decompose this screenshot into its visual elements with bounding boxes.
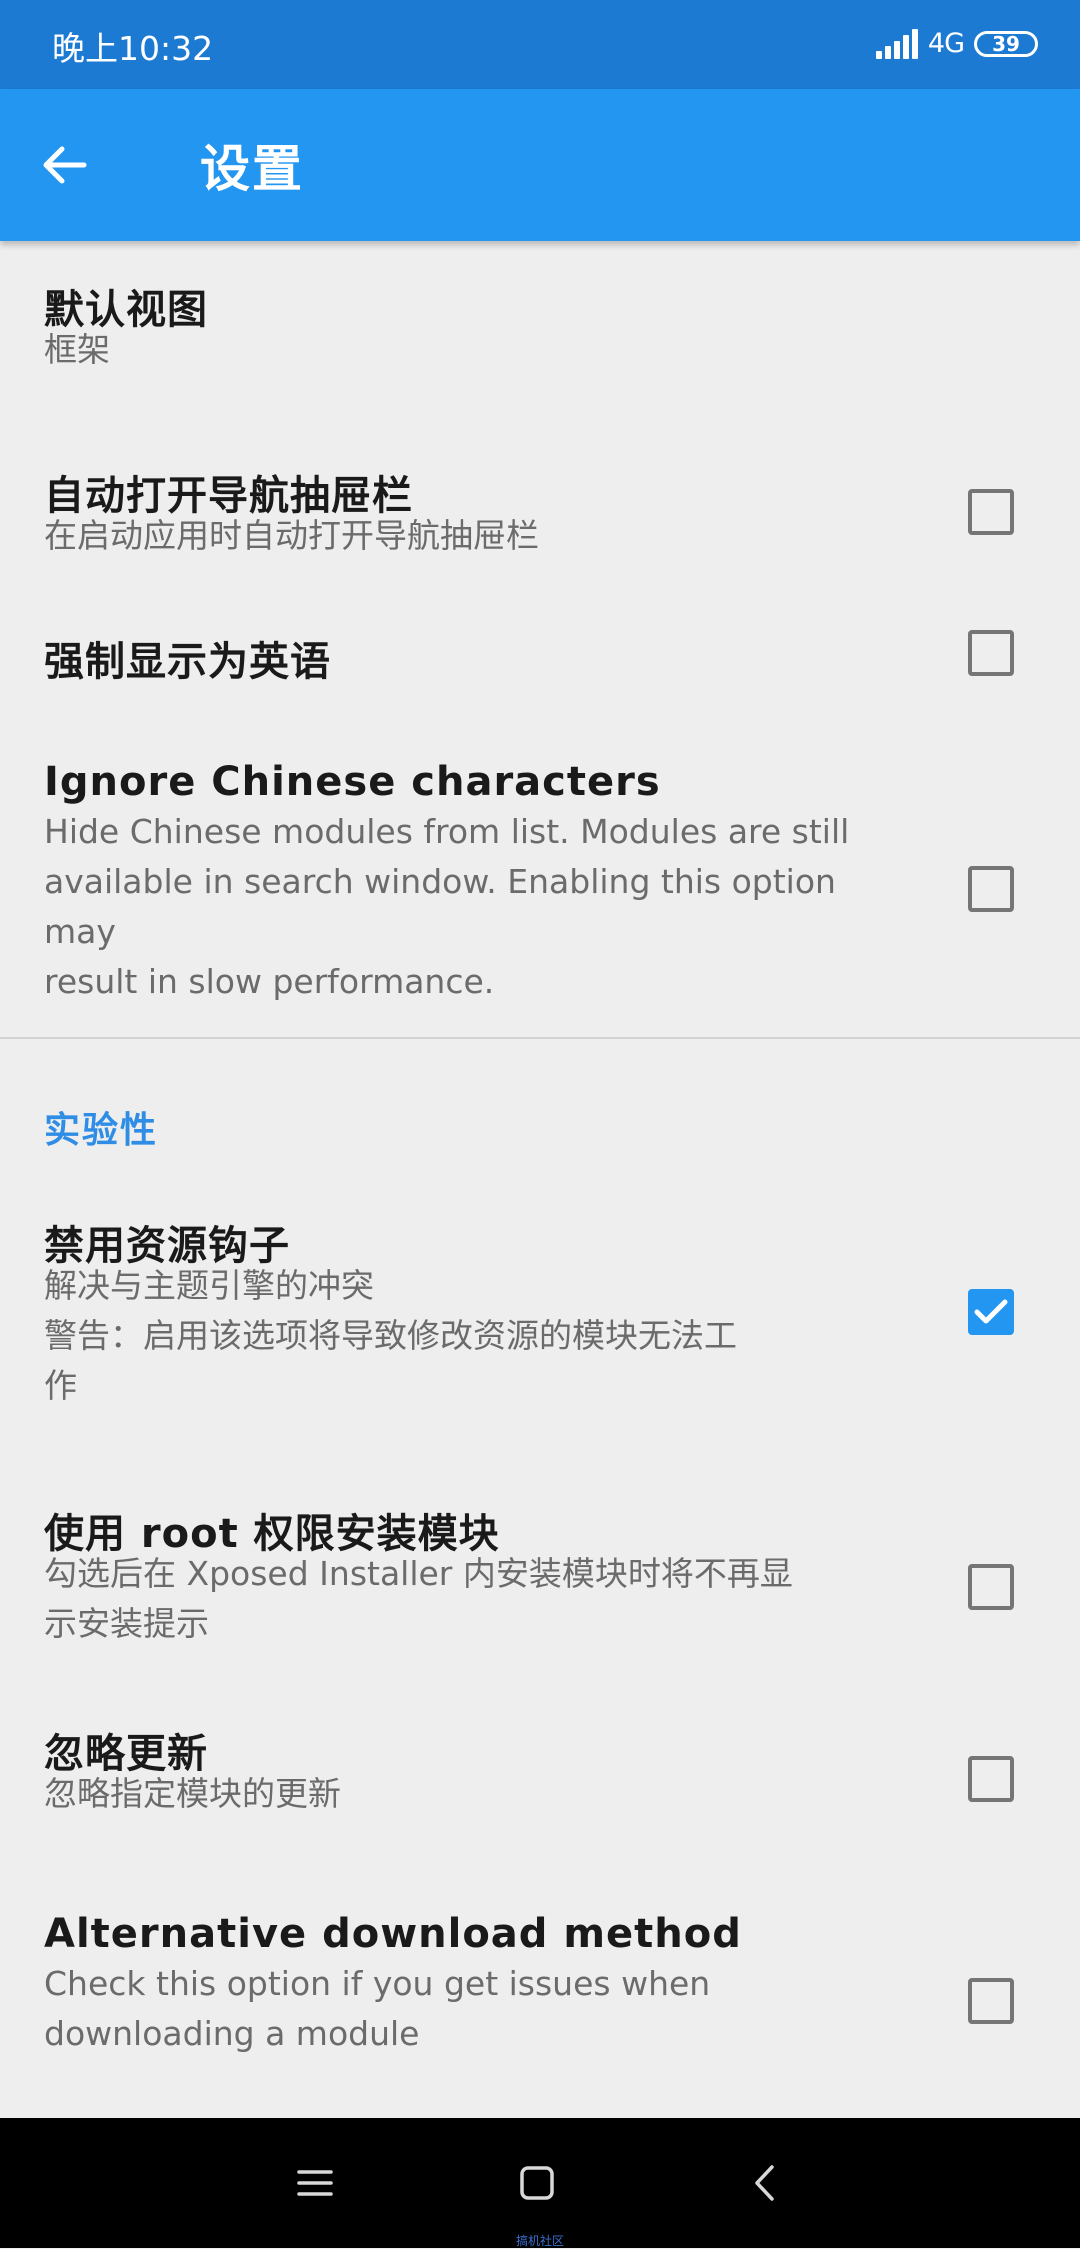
page-title: 设置 [200, 140, 304, 198]
arrow-left-icon [43, 146, 87, 184]
pref-title: Ignore Chinese characters [44, 759, 661, 805]
app-bar: 设置 [0, 89, 1080, 241]
ignore-updates-checkbox[interactable] [968, 1756, 1014, 1802]
pref-ignore-updates[interactable]: 忽略更新 忽略指定模块的更新 [0, 1691, 1080, 1881]
pref-summary: 勾选后在 Xposed Installer 内安装模块时将不再显 示安装提示 [44, 1554, 793, 1643]
ignore-chinese-checkbox[interactable] [968, 866, 1014, 912]
pref-auto-open-drawer[interactable]: 自动打开导航抽屉栏 在启动应用时自动打开导航抽屉栏 [0, 391, 1080, 561]
pref-disable-resource-hooks[interactable]: 禁用资源钩子 解决与主题引擎的冲突 警告：启用该选项将导致修改资源的模块无法工 … [0, 1201, 1080, 1461]
auto-open-drawer-checkbox[interactable] [968, 489, 1014, 535]
chevron-left-icon [755, 2165, 774, 2201]
status-time: 晚上10:32 [52, 29, 214, 68]
menu-button[interactable] [285, 2153, 345, 2213]
pref-ignore-chinese[interactable]: Ignore Chinese characters Hide Chinese m… [0, 691, 1080, 1031]
battery-icon: 39 [974, 30, 1038, 57]
watermark: 搞机社区 [515, 2234, 564, 2248]
force-english-checkbox[interactable] [968, 630, 1014, 676]
pref-summary: 忽略指定模块的更新 [44, 1774, 341, 1813]
home-square-icon [520, 2166, 554, 2200]
pref-summary: 框架 [44, 330, 110, 369]
signal-icon [875, 28, 918, 59]
status-bar: 晚上10:32 4G 39 [0, 0, 1080, 89]
pref-title: 强制显示为英语 [44, 639, 331, 685]
category-title-experimental: 实验性 [44, 1110, 159, 1151]
pref-root-install[interactable]: 使用 root 权限安装模块 勾选后在 Xposed Installer 内安装… [0, 1471, 1080, 1681]
nav-back-button[interactable] [735, 2153, 795, 2213]
pref-default-view[interactable]: 默认视图 框架 [0, 241, 1080, 391]
disable-resource-hooks-checkbox[interactable] [968, 1289, 1014, 1335]
pref-summary: Check this option if you get issues when… [44, 1964, 711, 2053]
root-install-checkbox[interactable] [968, 1564, 1014, 1610]
pref-summary: 在启动应用时自动打开导航抽屉栏 [44, 516, 539, 555]
status-icons: 4G 39 [875, 28, 1038, 59]
network-type: 4G [927, 28, 965, 59]
pref-alt-download[interactable]: Alternative download method Check this o… [0, 1881, 1080, 2118]
back-button[interactable] [30, 131, 98, 199]
section-divider [0, 1037, 1080, 1039]
settings-list[interactable]: 默认视图 框架 自动打开导航抽屉栏 在启动应用时自动打开导航抽屉栏 强制显示为英… [0, 241, 1080, 2118]
pref-summary: 解决与主题引擎的冲突 警告：启用该选项将导致修改资源的模块无法工 作 [44, 1266, 737, 1405]
pref-title: Alternative download method [44, 1911, 742, 1957]
pref-force-english[interactable]: 强制显示为英语 [0, 561, 1080, 691]
pref-summary: Hide Chinese modules from list. Modules … [44, 812, 850, 1001]
check-icon [974, 1299, 1008, 1324]
alt-download-checkbox[interactable] [968, 1978, 1014, 2024]
battery-level: 39 [992, 31, 1020, 56]
navigation-bar [0, 2118, 1080, 2248]
home-button[interactable] [507, 2153, 567, 2213]
menu-icon [297, 2170, 333, 2196]
